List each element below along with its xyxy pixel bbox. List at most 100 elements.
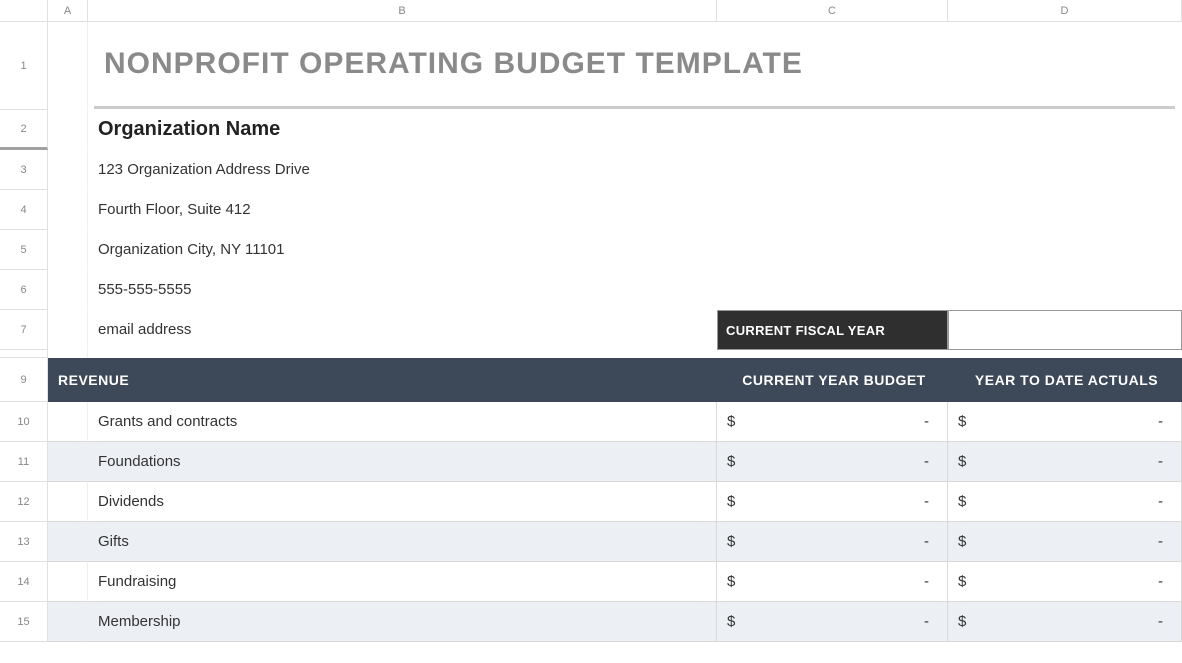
value-dash: - (1158, 573, 1163, 590)
budget-dividends[interactable]: $- (717, 482, 948, 522)
cell-d5[interactable] (948, 230, 1182, 270)
page-title: NONPROFIT OPERATING BUDGET TEMPLATE (94, 22, 1175, 109)
cell-a8[interactable] (48, 350, 88, 358)
cell-a10[interactable] (48, 402, 88, 442)
row-header-4[interactable]: 4 (0, 190, 48, 230)
row-header-11[interactable]: 11 (0, 442, 48, 482)
currency-symbol: $ (958, 493, 966, 510)
value-dash: - (1158, 413, 1163, 430)
value-dash: - (924, 533, 929, 550)
actuals-grants[interactable]: $- (948, 402, 1182, 442)
row-header-1[interactable]: 1 (0, 22, 48, 110)
cell-a14[interactable] (48, 562, 88, 602)
cell-a15[interactable] (48, 602, 88, 642)
row-header-15[interactable]: 15 (0, 602, 48, 642)
cell-c4[interactable] (717, 190, 948, 230)
revenue-section-header[interactable]: REVENUE (48, 358, 717, 402)
currency-symbol: $ (727, 493, 735, 510)
row-header-5[interactable]: 5 (0, 230, 48, 270)
revenue-row-foundations[interactable]: Foundations (88, 442, 717, 482)
revenue-row-fundraising[interactable]: Fundraising (88, 562, 717, 602)
value-dash: - (1158, 613, 1163, 630)
cell-a5[interactable] (48, 230, 88, 270)
budget-fundraising[interactable]: $- (717, 562, 948, 602)
org-email[interactable]: email address (88, 310, 717, 350)
revenue-row-gifts[interactable]: Gifts (88, 522, 717, 562)
fiscal-year-value[interactable] (948, 310, 1182, 350)
value-dash: - (924, 573, 929, 590)
actuals-fundraising[interactable]: $- (948, 562, 1182, 602)
actuals-dividends[interactable]: $- (948, 482, 1182, 522)
fiscal-year-label[interactable]: CURRENT FISCAL YEAR (717, 310, 948, 350)
cell-d3[interactable] (948, 150, 1182, 190)
value-dash: - (924, 453, 929, 470)
cell-a13[interactable] (48, 522, 88, 562)
cell-a3[interactable] (48, 150, 88, 190)
cell-c8[interactable] (717, 350, 948, 358)
row-header-10[interactable]: 10 (0, 402, 48, 442)
currency-symbol: $ (727, 533, 735, 550)
value-dash: - (1158, 493, 1163, 510)
col-header-budget[interactable]: CURRENT YEAR BUDGET (717, 358, 948, 402)
cell-a12[interactable] (48, 482, 88, 522)
cell-c3[interactable] (717, 150, 948, 190)
col-header-b[interactable]: B (88, 0, 717, 22)
org-name[interactable]: Organization Name (88, 110, 717, 150)
org-phone[interactable]: 555-555-5555 (88, 270, 717, 310)
row-header-2[interactable]: 2 (0, 110, 48, 150)
row-header-6[interactable]: 6 (0, 270, 48, 310)
cell-d4[interactable] (948, 190, 1182, 230)
row-header-14[interactable]: 14 (0, 562, 48, 602)
row-header-8[interactable] (0, 350, 48, 358)
row-header-7[interactable]: 7 (0, 310, 48, 350)
actuals-membership[interactable]: $- (948, 602, 1182, 642)
cell-a7[interactable] (48, 310, 88, 350)
cell-d2[interactable] (948, 110, 1182, 150)
currency-symbol: $ (958, 573, 966, 590)
row-header-12[interactable]: 12 (0, 482, 48, 522)
cell-d6[interactable] (948, 270, 1182, 310)
budget-membership[interactable]: $- (717, 602, 948, 642)
value-dash: - (924, 613, 929, 630)
budget-grants[interactable]: $- (717, 402, 948, 442)
value-dash: - (1158, 453, 1163, 470)
revenue-row-membership[interactable]: Membership (88, 602, 717, 642)
value-dash: - (1158, 533, 1163, 550)
value-dash: - (924, 413, 929, 430)
cell-a6[interactable] (48, 270, 88, 310)
org-city[interactable]: Organization City, NY 11101 (88, 230, 717, 270)
col-header-a[interactable]: A (48, 0, 88, 22)
actuals-foundations[interactable]: $- (948, 442, 1182, 482)
revenue-row-dividends[interactable]: Dividends (88, 482, 717, 522)
select-all-corner[interactable] (0, 0, 48, 22)
cell-c6[interactable] (717, 270, 948, 310)
budget-gifts[interactable]: $- (717, 522, 948, 562)
cell-a1[interactable] (48, 22, 88, 110)
col-header-c[interactable]: C (717, 0, 948, 22)
cell-a2[interactable] (48, 110, 88, 150)
col-header-d[interactable]: D (948, 0, 1182, 22)
cell-a4[interactable] (48, 190, 88, 230)
row-header-3[interactable]: 3 (0, 150, 48, 190)
org-address-1[interactable]: 123 Organization Address Drive (88, 150, 717, 190)
cell-b1-title[interactable]: NONPROFIT OPERATING BUDGET TEMPLATE (88, 22, 1182, 110)
org-address-2[interactable]: Fourth Floor, Suite 412 (88, 190, 717, 230)
row-header-9[interactable]: 9 (0, 358, 48, 402)
revenue-row-grants[interactable]: Grants and contracts (88, 402, 717, 442)
actuals-gifts[interactable]: $- (948, 522, 1182, 562)
cell-d8[interactable] (948, 350, 1182, 358)
row-header-13[interactable]: 13 (0, 522, 48, 562)
currency-symbol: $ (727, 573, 735, 590)
col-header-actuals[interactable]: YEAR TO DATE ACTUALS (948, 358, 1182, 402)
budget-foundations[interactable]: $- (717, 442, 948, 482)
cell-c2[interactable] (717, 110, 948, 150)
currency-symbol: $ (958, 613, 966, 630)
value-dash: - (924, 493, 929, 510)
cell-a11[interactable] (48, 442, 88, 482)
cell-b8[interactable] (88, 350, 717, 358)
cell-c5[interactable] (717, 230, 948, 270)
currency-symbol: $ (727, 413, 735, 430)
currency-symbol: $ (958, 453, 966, 470)
currency-symbol: $ (727, 453, 735, 470)
spreadsheet-grid: A B C D 1 NONPROFIT OPERATING BUDGET TEM… (0, 0, 1182, 642)
